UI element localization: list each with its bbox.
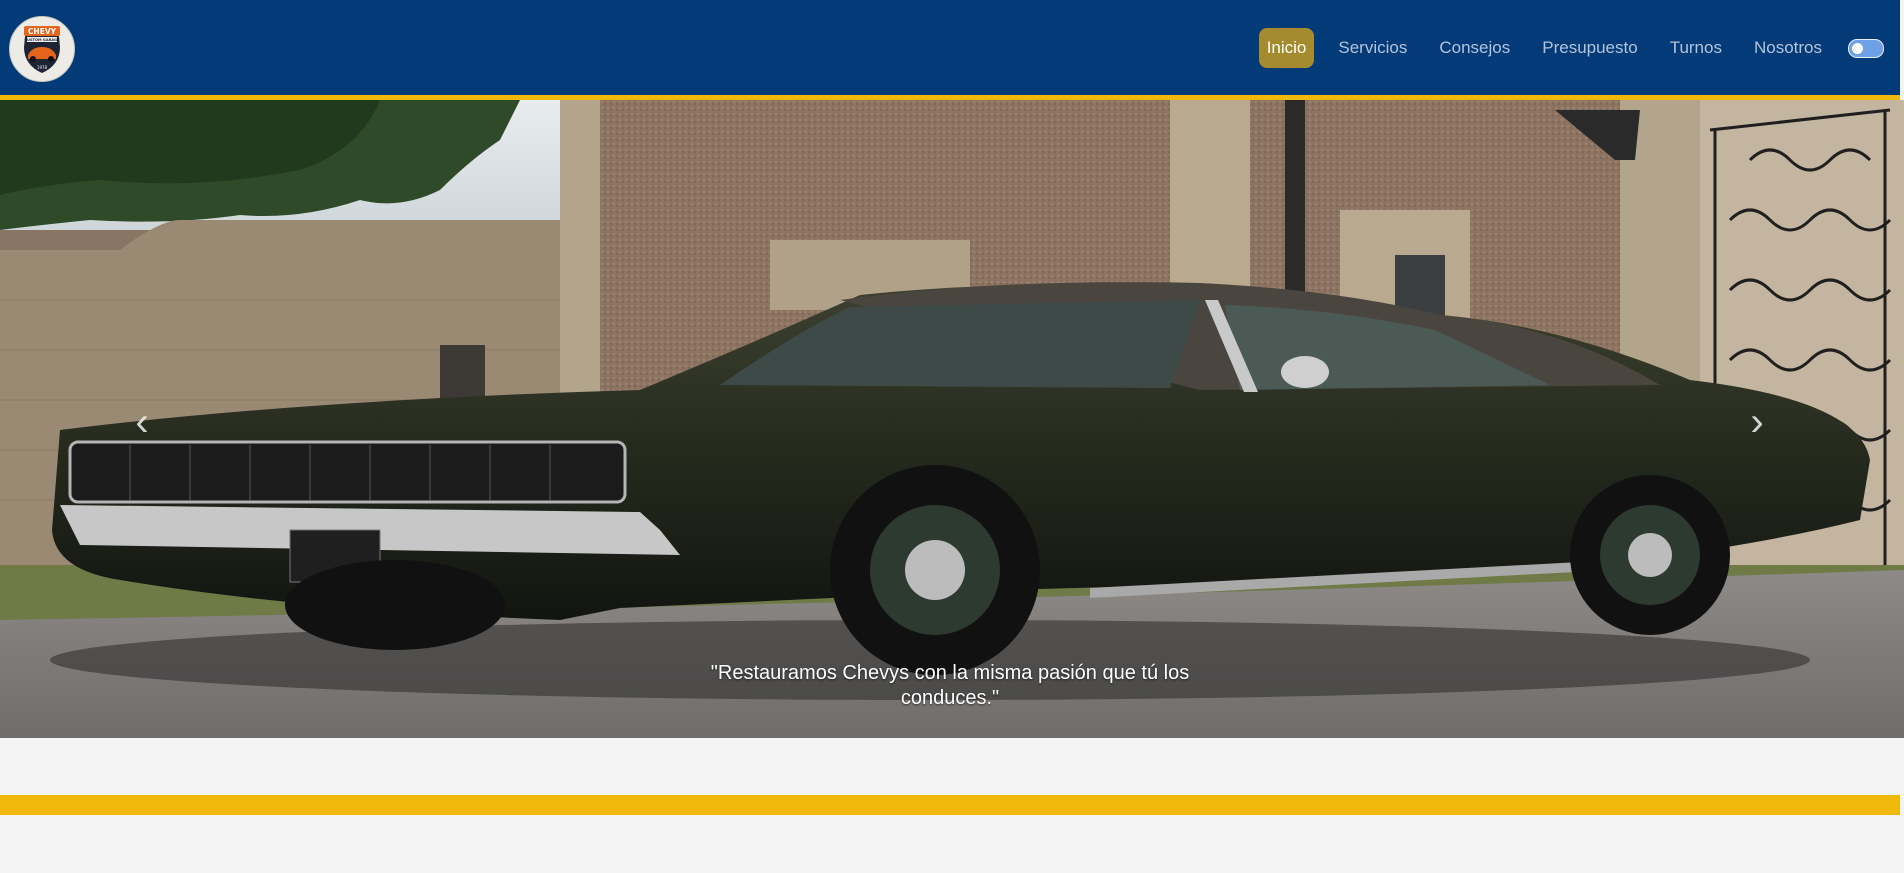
hero-carousel: ‹ › "Restauramos Chevys con la misma pas… (0, 100, 1904, 738)
nav-link-turnos[interactable]: Turnos (1670, 28, 1722, 68)
nav-menu: Inicio Servicios Consejos Presupuesto Tu… (1258, 28, 1900, 68)
carousel-next-button[interactable]: › (1737, 400, 1777, 444)
theme-toggle-icon[interactable] (1848, 38, 1884, 58)
logo-brand-text: CHEVY (28, 27, 57, 36)
chevy-garage-logo-icon[interactable]: CHEVY CUSTOM GARAGE 1978 (9, 16, 75, 82)
logo-sub-text: CUSTOM GARAGE (24, 38, 60, 42)
carousel-prev-button[interactable]: ‹ (122, 400, 162, 444)
nav-link-consejos[interactable]: Consejos (1439, 28, 1510, 68)
nav-link-inicio[interactable]: Inicio (1258, 28, 1315, 68)
nav-link-servicios[interactable]: Servicios (1338, 28, 1407, 68)
hero-caption: "Restauramos Chevys con la misma pasión … (710, 662, 1190, 709)
navbar: CHEVY CUSTOM GARAGE 1978 Inicio Servicio… (0, 0, 1900, 100)
toggle-knob (1852, 42, 1863, 54)
nav-link-presupuesto[interactable]: Presupuesto (1542, 28, 1637, 68)
logo-year-text: 1978 (37, 65, 48, 70)
classic-car-photo (0, 100, 1904, 738)
section-divider (0, 795, 1900, 815)
nav-link-nosotros[interactable]: Nosotros (1754, 28, 1822, 68)
